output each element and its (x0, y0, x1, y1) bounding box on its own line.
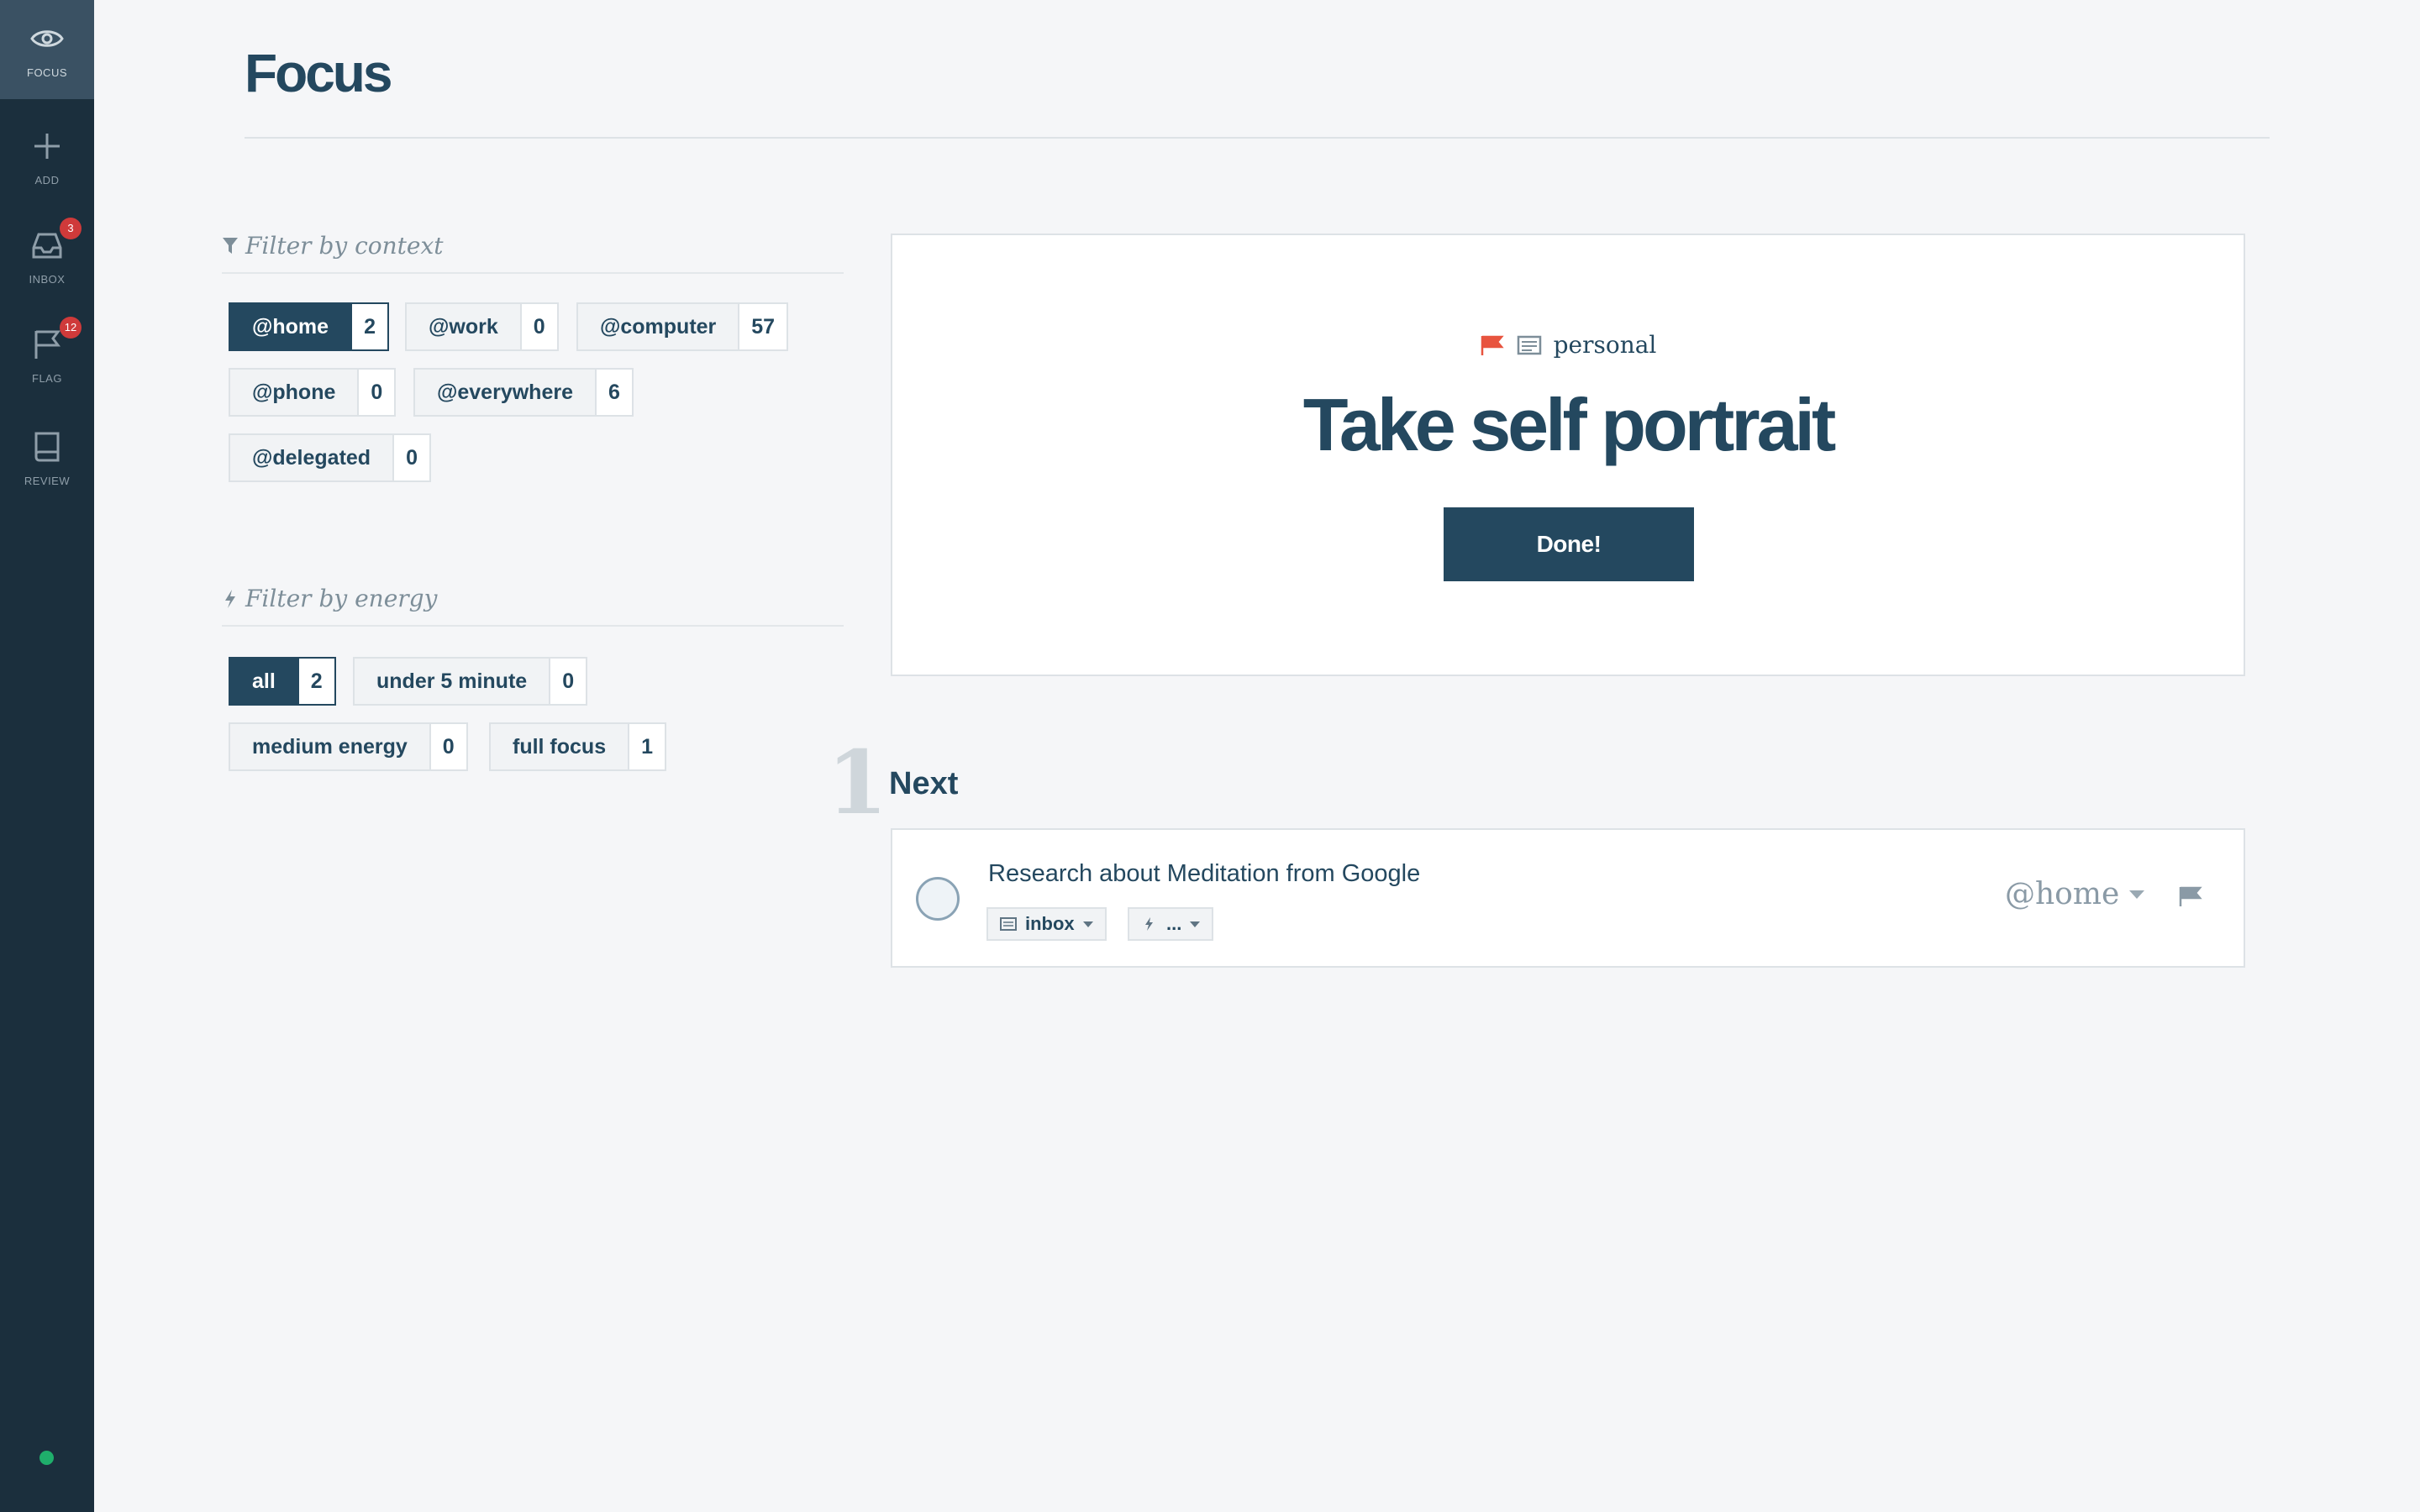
chip-label: medium energy (252, 734, 408, 759)
focus-project-label: personal (1553, 331, 1657, 359)
context-filter-heading: Filter by context (222, 232, 444, 260)
chip-count: 0 (392, 435, 429, 480)
task-row[interactable]: Research about Meditation from Google in… (891, 828, 2245, 968)
task-complete-checkbox[interactable] (916, 877, 960, 921)
chip-count: 2 (297, 659, 334, 704)
bolt-icon (225, 589, 235, 608)
context-filter-title: Filter by context (245, 232, 444, 260)
flag-badge: 12 (60, 316, 82, 339)
chip-count: 1 (628, 724, 666, 769)
nav-flag-label: FLAG (32, 371, 62, 385)
chip-count: 2 (350, 304, 387, 349)
project-icon (1517, 335, 1541, 354)
task-energy-label: ... (1166, 913, 1182, 934)
nav-inbox[interactable]: 3 INBOX (0, 207, 94, 306)
book-icon (29, 429, 65, 465)
chip-label: @phone (252, 380, 336, 404)
context-chip-everywhere[interactable]: @everywhere 6 (413, 368, 634, 417)
energy-chip-medium-energy[interactable]: medium energy 0 (229, 722, 468, 771)
chip-label: under 5 minute (376, 669, 528, 693)
inbox-icon: 3 (29, 217, 82, 263)
energy-chip-full-focus[interactable]: full focus 1 (489, 722, 667, 771)
done-button[interactable]: Done! (1444, 507, 1694, 581)
sidebar: FOCUS ADD 3 INBOX 12 FLAG REVIEW (0, 0, 94, 1512)
context-chip-home[interactable]: @home 2 (229, 302, 389, 351)
context-chip-computer[interactable]: @computer 57 (576, 302, 789, 351)
chip-label: @home (230, 304, 351, 349)
chip-count: 0 (357, 370, 395, 415)
focus-task-title: Take self portrait (1302, 383, 1837, 466)
chip-label: all (230, 659, 297, 704)
energy-chip-all[interactable]: all 2 (229, 657, 336, 706)
nav-inbox-label: INBOX (29, 272, 66, 286)
task-context-label: @home (2005, 877, 2120, 911)
nav-add-label: ADD (34, 173, 60, 186)
context-filter-divider (222, 272, 844, 274)
focus-card: personal Take self portrait Done! (891, 234, 2245, 676)
flag-icon: 12 (29, 316, 82, 362)
energy-filter-divider (222, 625, 844, 627)
context-chip-phone[interactable]: @phone 0 (229, 368, 397, 417)
chevron-down-icon (1190, 921, 1201, 927)
chip-label: @everywhere (437, 380, 573, 404)
context-chip-work[interactable]: @work 0 (405, 302, 559, 351)
nav-flag[interactable]: 12 FLAG (0, 306, 94, 405)
eye-icon (29, 21, 65, 56)
context-chip-delegated[interactable]: @delegated 0 (229, 433, 431, 482)
plus-icon (29, 129, 65, 164)
flag-icon[interactable] (2178, 885, 2203, 907)
energy-filter-title: Filter by energy (245, 585, 438, 612)
connection-status-dot (39, 1451, 54, 1465)
task-energy-dropdown[interactable]: ... (1128, 907, 1214, 941)
inbox-badge: 3 (60, 217, 82, 239)
funnel-icon (223, 237, 238, 254)
task-context-dropdown[interactable]: @home (2005, 877, 2145, 911)
energy-filter-heading: Filter by energy (222, 585, 437, 612)
chip-count: 0 (519, 304, 557, 349)
bolt-icon (1145, 917, 1153, 931)
nav-focus-label: FOCUS (27, 66, 67, 79)
chip-label: @delegated (252, 445, 371, 470)
chip-count: 0 (429, 724, 466, 769)
chip-label: full focus (513, 734, 607, 759)
chip-label: @work (429, 314, 498, 339)
chip-count: 57 (738, 304, 787, 349)
page-title: Focus (245, 43, 392, 103)
project-icon (1000, 917, 1017, 931)
task-title[interactable]: Research about Meditation from Google (988, 860, 1420, 888)
next-heading: Next (889, 766, 959, 801)
chip-count: 6 (594, 370, 632, 415)
red-flag-icon (1481, 335, 1504, 355)
chevron-down-icon (2129, 890, 2145, 899)
nav-review[interactable]: REVIEW (0, 408, 94, 507)
header-divider (245, 137, 2270, 139)
task-project-dropdown[interactable]: inbox (986, 907, 1107, 941)
energy-chip-under-5-minute[interactable]: under 5 minute 0 (353, 657, 588, 706)
nav-review-label: REVIEW (24, 474, 71, 487)
chip-count: 0 (549, 659, 587, 704)
focus-card-meta: personal (892, 331, 2244, 359)
task-project-label: inbox (1025, 913, 1075, 934)
nav-focus[interactable]: FOCUS (0, 0, 94, 99)
chip-label: @computer (600, 314, 717, 339)
nav-add[interactable]: ADD (0, 108, 94, 207)
chevron-down-icon (1082, 921, 1093, 927)
next-count: 1 (827, 731, 888, 834)
